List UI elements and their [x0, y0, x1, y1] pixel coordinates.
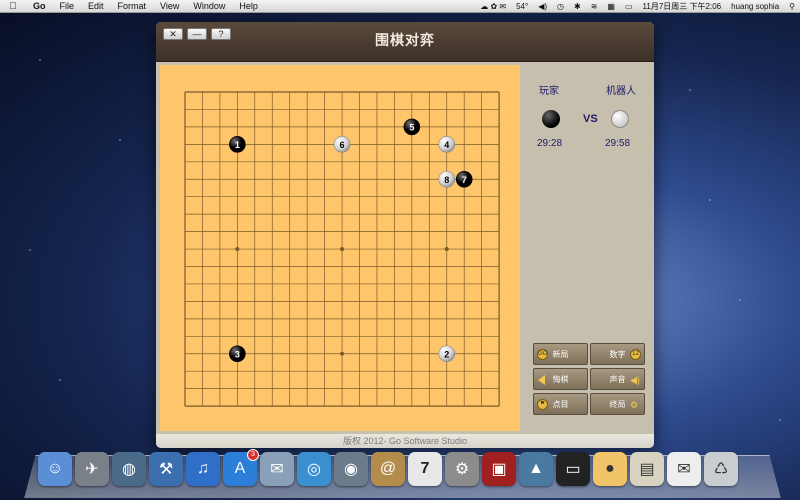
downloads-stack-icon[interactable]: ▤ — [630, 452, 664, 486]
go-window: ✕ — ? 围棋对弈 12345678 玩家 机器人 VS 29:28 29:5… — [156, 22, 654, 448]
undo-label: 悔棋 — [552, 374, 569, 384]
launchpad-icon[interactable]: ✈ — [75, 452, 109, 486]
go-board[interactable]: 1 2 3 4 5 6 7 8 — [160, 65, 520, 431]
dock: ☺ ✈ ◍ ⚒ ♫ A 3 ✉ ◎ ◉ @7 ⚙ ▣ ▲ ▭ ● ▤ ✉ ♺ — [38, 449, 738, 492]
computer-timer: 29:58 — [605, 138, 631, 149]
menu-file[interactable]: File — [53, 1, 82, 11]
photo-booth-icon[interactable]: ▣ — [482, 452, 516, 486]
menu-bar:  Go File Edit Format View Window Help ☁… — [0, 0, 800, 13]
sidebar: 玩家 机器人 VS 29:28 29:58 GO 新局 数字 12 悔棋 声音 … — [522, 62, 654, 434]
undo-arrow-icon — [538, 375, 545, 385]
player-black-stone-icon — [542, 110, 560, 128]
spotlight-icon[interactable]: ⚲ — [784, 2, 800, 11]
clock-readout[interactable]: 11月7日周三 下午2:06 — [638, 1, 727, 12]
itunes-icon[interactable]: ♫ — [186, 452, 220, 486]
move-number: 5 — [409, 122, 414, 132]
notification-badge: 3 — [247, 449, 259, 461]
move-number: 3 — [235, 349, 240, 359]
terminal-icon[interactable]: ▭ — [556, 452, 590, 486]
menu-help[interactable]: Help — [232, 1, 265, 11]
time-machine-icon[interactable]: ◷ — [552, 2, 569, 11]
system-preferences-icon[interactable]: ⚙ — [445, 452, 479, 486]
flag-icon[interactable]: ▦ — [602, 2, 620, 11]
star-point — [235, 247, 240, 252]
weather-readout[interactable]: 54° — [511, 2, 533, 11]
new-game-label: 新局 — [552, 349, 569, 359]
star-point — [340, 351, 345, 356]
facetime-icon[interactable]: ◉ — [334, 452, 368, 486]
move-number: 4 — [444, 140, 449, 150]
move-number: 6 — [340, 140, 345, 150]
undo-button[interactable]: 悔棋 — [533, 368, 588, 390]
computer-label: 机器人 — [606, 86, 636, 97]
apple-menu-icon[interactable]:  — [0, 1, 26, 12]
numbers-icon: 12 — [630, 349, 641, 360]
move-number: 7 — [462, 175, 467, 185]
count-button[interactable]: ⚑ 点目 — [533, 393, 588, 415]
trash-icon[interactable]: ♺ — [704, 452, 738, 486]
end-game-button[interactable]: 终局 ⚙ — [590, 393, 645, 415]
calendar-icon[interactable]: 7 — [408, 452, 442, 486]
move-number: 2 — [444, 349, 449, 359]
xcode-icon[interactable]: ⚒ — [149, 452, 183, 486]
player-label: 玩家 — [539, 86, 559, 97]
volume-icon[interactable]: ◀) — [533, 2, 552, 11]
count-label: 点目 — [552, 399, 569, 409]
safari-icon[interactable]: ◎ — [297, 452, 331, 486]
status-icons[interactable]: ☁ ✿ ✉ — [475, 2, 511, 11]
numbers-button[interactable]: 数字 12 — [590, 343, 645, 365]
gear-icon: ⚙ — [630, 400, 639, 410]
dashboard-icon[interactable]: ◍ — [112, 452, 146, 486]
move-number: 8 — [444, 175, 449, 185]
menu-edit[interactable]: Edit — [81, 1, 111, 11]
address-book-icon[interactable]: @ — [371, 452, 405, 486]
wifi-icon[interactable]: ≋ — [586, 2, 603, 11]
title-bar[interactable]: ✕ — ? 围棋对弈 — [156, 22, 654, 62]
computer-white-stone-icon — [611, 110, 629, 128]
finder-icon[interactable]: ☺ — [38, 452, 72, 486]
app-store-icon[interactable]: A3 — [223, 449, 259, 486]
documents-stack-icon[interactable]: ✉ — [667, 452, 701, 486]
main-content: 12345678 玩家 机器人 VS 29:28 29:58 GO 新局 数字 … — [156, 62, 654, 434]
end-game-label: 终局 — [609, 399, 626, 409]
new-game-button[interactable]: GO 新局 — [533, 343, 588, 365]
menu-format[interactable]: Format — [111, 1, 154, 11]
board-grid[interactable]: 1 2 3 4 5 6 7 8 — [160, 65, 520, 431]
sound-label: 声音 — [609, 374, 626, 384]
numbers-label: 数字 — [609, 349, 626, 359]
go-game-icon[interactable]: ● — [593, 452, 627, 486]
speaker-icon: ◀) — [630, 375, 640, 385]
vs-label: VS — [583, 113, 598, 125]
menu-window[interactable]: Window — [186, 1, 232, 11]
star-point — [340, 247, 345, 252]
player-timer: 29:28 — [537, 138, 563, 149]
go-icon: GO — [537, 349, 548, 360]
user-name[interactable]: huang sophia — [726, 2, 784, 11]
move-number: 1 — [235, 140, 240, 150]
mail-bird-icon[interactable]: ✉ — [260, 452, 294, 486]
window-title: 围棋对弈 — [375, 32, 435, 48]
star-point — [444, 247, 449, 252]
count-icon: ⚑ — [537, 399, 548, 410]
menu-view[interactable]: View — [153, 1, 186, 11]
copyright-footer: 版权 2012- Go Software Studio — [156, 434, 654, 448]
preview-icon[interactable]: ▲ — [519, 452, 553, 486]
bluetooth-icon[interactable]: ✱ — [569, 2, 586, 11]
sound-button[interactable]: 声音 ◀) — [590, 368, 645, 390]
battery-icon[interactable]: ▭ — [620, 2, 638, 11]
menu-app-name[interactable]: Go — [26, 1, 53, 11]
